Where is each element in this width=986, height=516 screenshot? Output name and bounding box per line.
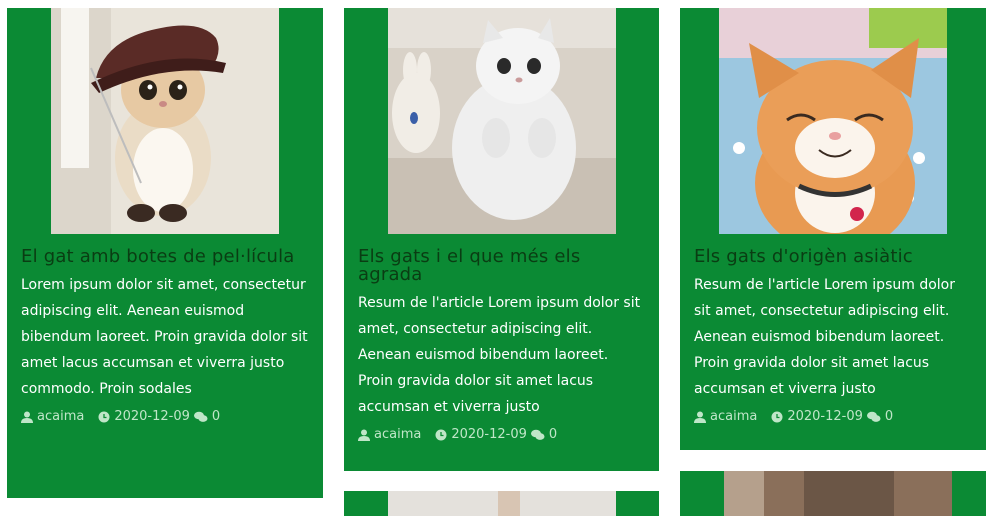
article-title[interactable]: El gat amb botes de pel·lícula	[21, 248, 309, 266]
clock-icon	[98, 411, 110, 423]
article-date: 2020-12-09	[114, 409, 190, 424]
article-date: 2020-12-09	[787, 409, 863, 424]
user-icon	[21, 411, 33, 423]
article-card-partial	[344, 491, 659, 516]
clock-icon	[771, 411, 783, 423]
article-card-partial	[680, 471, 986, 516]
article-image[interactable]	[719, 8, 947, 234]
article-title[interactable]: Els gats d'origèn asiàtic	[694, 248, 972, 266]
article-author[interactable]: acaima	[374, 426, 421, 444]
article-card: Els gats i el que més els agrada Resum d…	[344, 8, 659, 471]
article-image[interactable]	[51, 8, 279, 234]
article-title[interactable]: Els gats i el que més els agrada	[358, 248, 645, 284]
article-author[interactable]: acaima	[37, 408, 84, 426]
comments-icon	[866, 411, 881, 422]
user-icon	[694, 411, 706, 423]
article-excerpt: Resum de l'article Lorem ipsum dolor sit…	[358, 295, 641, 415]
cat-photo-fluffy	[387, 8, 616, 234]
comments-icon	[193, 411, 208, 422]
cat-photo-smiling	[719, 8, 947, 234]
article-comments-count[interactable]: 0	[885, 408, 893, 426]
article-excerpt: Resum de l'article Lorem ipsum dolor sit…	[694, 277, 955, 397]
article-excerpt: Lorem ipsum dolor sit amet, consectetur …	[21, 277, 308, 397]
article-author[interactable]: acaima	[710, 408, 757, 426]
photo-fragment	[724, 471, 764, 516]
article-meta: acaima 2020-12-09 0	[358, 426, 645, 444]
cat-photo-boots	[51, 8, 279, 234]
article-meta: acaima 2020-12-09 0	[694, 408, 972, 426]
article-card: El gat amb botes de pel·lícula Lorem ips…	[7, 8, 323, 498]
article-image[interactable]	[387, 8, 616, 234]
clock-icon	[435, 429, 447, 441]
comments-icon	[530, 429, 545, 440]
user-icon	[358, 429, 370, 441]
article-date: 2020-12-09	[451, 427, 527, 442]
article-image[interactable]	[724, 471, 952, 516]
article-comments-count[interactable]: 0	[549, 426, 557, 444]
photo-fragment	[498, 491, 520, 516]
article-image[interactable]	[388, 491, 616, 516]
article-card: Els gats d'origèn asiàtic Resum de l'art…	[680, 8, 986, 450]
article-comments-count[interactable]: 0	[212, 408, 220, 426]
photo-fragment	[804, 471, 894, 516]
article-meta: acaima 2020-12-09 0	[21, 408, 309, 426]
